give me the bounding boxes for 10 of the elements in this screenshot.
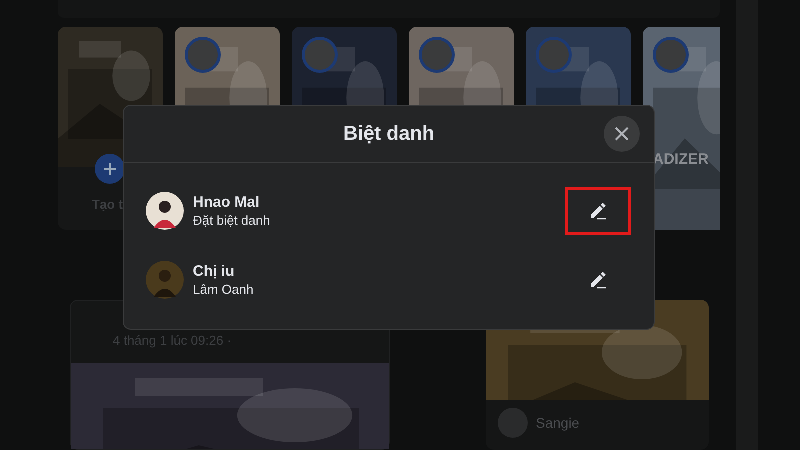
close-button[interactable]	[604, 116, 640, 152]
dialog-title: Biệt danh	[343, 122, 435, 147]
close-icon	[614, 126, 630, 142]
pencil-icon	[588, 201, 608, 221]
member-name: Chị iu	[193, 262, 236, 280]
story-caption: ADIZER	[653, 150, 709, 170]
member-nickname: Lâm Oanh	[193, 280, 255, 298]
edit-button[interactable]	[565, 187, 631, 235]
pencil-icon	[588, 270, 608, 290]
author-name: Sangie	[536, 414, 580, 433]
